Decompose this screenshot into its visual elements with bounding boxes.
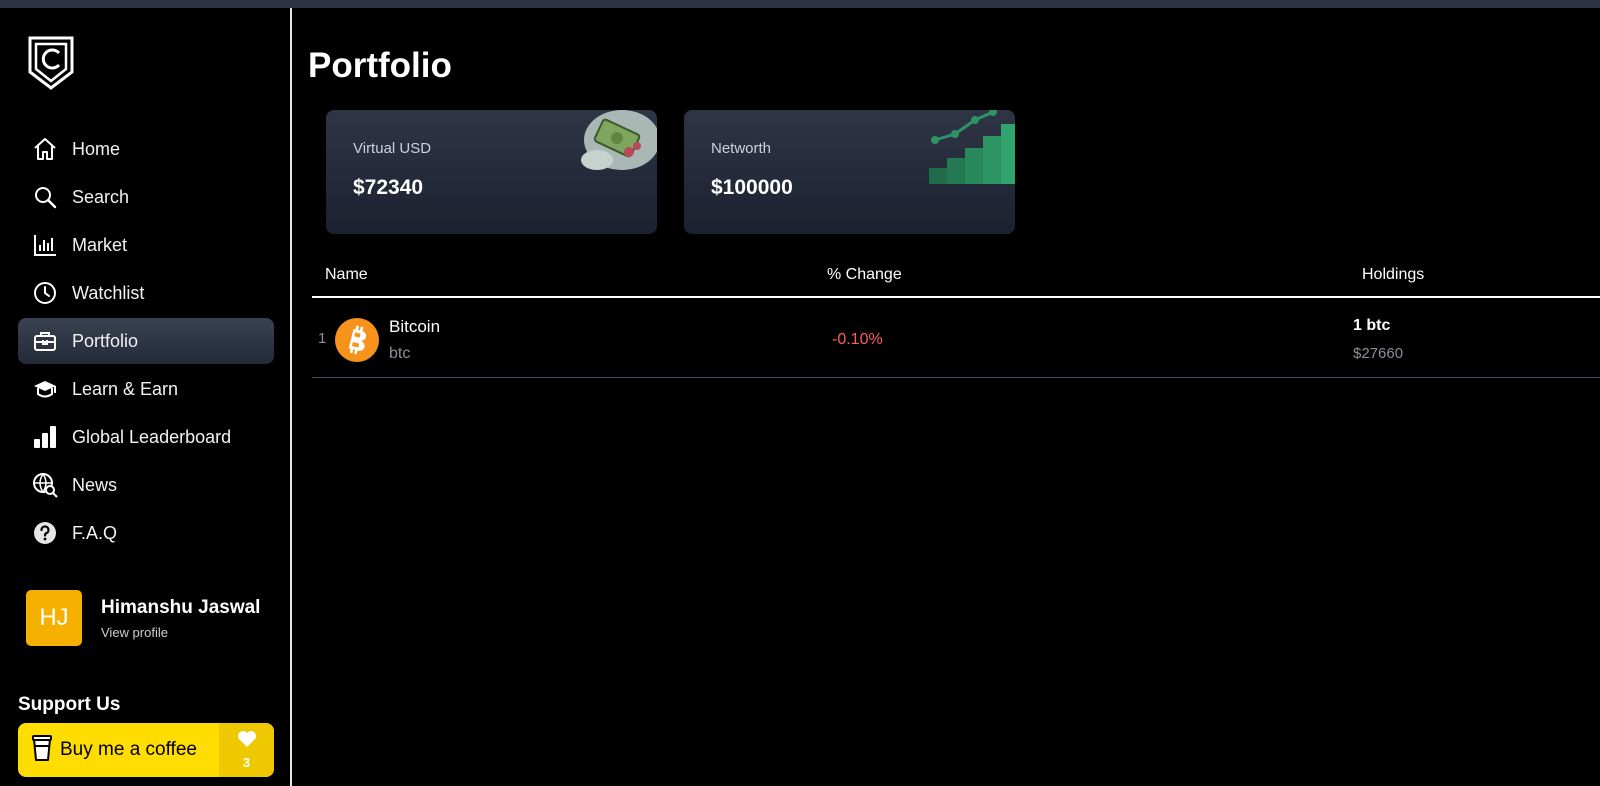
card-value: $100000	[711, 176, 793, 199]
table-row[interactable]: 1 Bitcoin btc -0.10% 1 btc $27660	[312, 298, 1600, 378]
help-icon	[32, 520, 58, 546]
networth-card: Networth $100000	[684, 110, 1015, 234]
briefcase-icon	[32, 328, 58, 354]
holding-quantity: 1 btc	[1353, 317, 1391, 334]
main-content: Portfolio Virtual USD $72340 Networth $1…	[294, 8, 1600, 786]
buy-me-a-coffee-button[interactable]: Buy me a coffee 3	[18, 723, 274, 777]
coffee-cup-icon	[32, 734, 52, 767]
sidebar-item-portfolio[interactable]: Portfolio	[18, 318, 274, 364]
coin-symbol: btc	[389, 345, 411, 362]
percent-change: -0.10%	[832, 331, 883, 348]
column-header-holdings[interactable]: Holdings	[1362, 266, 1424, 284]
table-header: Name % Change Holdings	[312, 258, 1600, 298]
heart-icon	[237, 730, 257, 753]
row-rank: 1	[318, 330, 327, 347]
column-header-change[interactable]: % Change	[827, 266, 902, 284]
card-label: Virtual USD	[353, 140, 432, 157]
sidebar-item-news[interactable]: News	[18, 462, 274, 508]
sidebar-item-label: Market	[72, 234, 128, 255]
sidebar-item-label: Search	[72, 186, 130, 207]
coffee-button-label: Buy me a coffee	[60, 739, 197, 760]
sidebar-item-learn-earn[interactable]: Learn & Earn	[18, 366, 274, 412]
bitcoin-icon	[335, 318, 379, 362]
window-top-bar	[0, 0, 1600, 8]
sidebar-item-label: News	[72, 474, 118, 495]
coffee-supporters[interactable]: 3	[219, 723, 274, 777]
money-cloud-icon	[567, 110, 657, 187]
sidebar-item-label: Home	[72, 138, 121, 159]
sidebar-item-label: Watchlist	[72, 282, 145, 303]
sidebar-item-label: Learn & Earn	[72, 378, 179, 399]
leaderboard-icon	[32, 424, 58, 450]
column-header-name[interactable]: Name	[325, 266, 368, 284]
sidebar-item-market[interactable]: Market	[18, 222, 274, 268]
sidebar-item-label: Portfolio	[72, 330, 139, 351]
user-profile[interactable]: HJ Himanshu Jaswal View profile	[26, 590, 276, 648]
coin-name: Bitcoin	[389, 317, 441, 336]
sidebar-item-watchlist[interactable]: Watchlist	[18, 270, 274, 316]
holdings-table: Name % Change Holdings 1 Bitcoin btc -0.…	[312, 258, 1600, 378]
support-us-heading: Support Us	[18, 694, 121, 715]
sidebar-nav: Home Search Market Watchlist Portfolio L…	[18, 126, 274, 558]
view-profile-link[interactable]: View profile	[101, 625, 168, 640]
sidebar-item-home[interactable]: Home	[18, 126, 274, 172]
globe-search-icon	[32, 472, 58, 498]
page-title: Portfolio	[308, 46, 452, 85]
sidebar-item-search[interactable]: Search	[18, 174, 274, 220]
growth-chart-icon	[929, 110, 1015, 189]
holding-value: $27660	[1353, 345, 1404, 362]
search-icon	[32, 184, 58, 210]
profile-name: Himanshu Jaswal	[101, 597, 261, 618]
home-icon	[32, 136, 58, 162]
virtual-usd-card: Virtual USD $72340	[326, 110, 657, 234]
app-logo[interactable]	[26, 34, 76, 92]
supporter-count: 3	[242, 755, 251, 770]
bar-chart-icon	[32, 232, 58, 258]
card-label: Networth	[711, 140, 772, 157]
card-value: $72340	[353, 176, 424, 199]
sidebar-item-faq[interactable]: F.A.Q	[18, 510, 274, 556]
graduation-cap-icon	[32, 376, 58, 402]
sidebar: Home Search Market Watchlist Portfolio L…	[0, 8, 292, 786]
coffee-button-main[interactable]: Buy me a coffee	[18, 723, 218, 777]
clock-icon	[32, 280, 58, 306]
sidebar-item-global-leaderboard[interactable]: Global Leaderboard	[18, 414, 274, 460]
sidebar-item-label: Global Leaderboard	[72, 426, 232, 447]
avatar[interactable]: HJ	[26, 590, 82, 646]
sidebar-item-label: F.A.Q	[72, 522, 118, 543]
